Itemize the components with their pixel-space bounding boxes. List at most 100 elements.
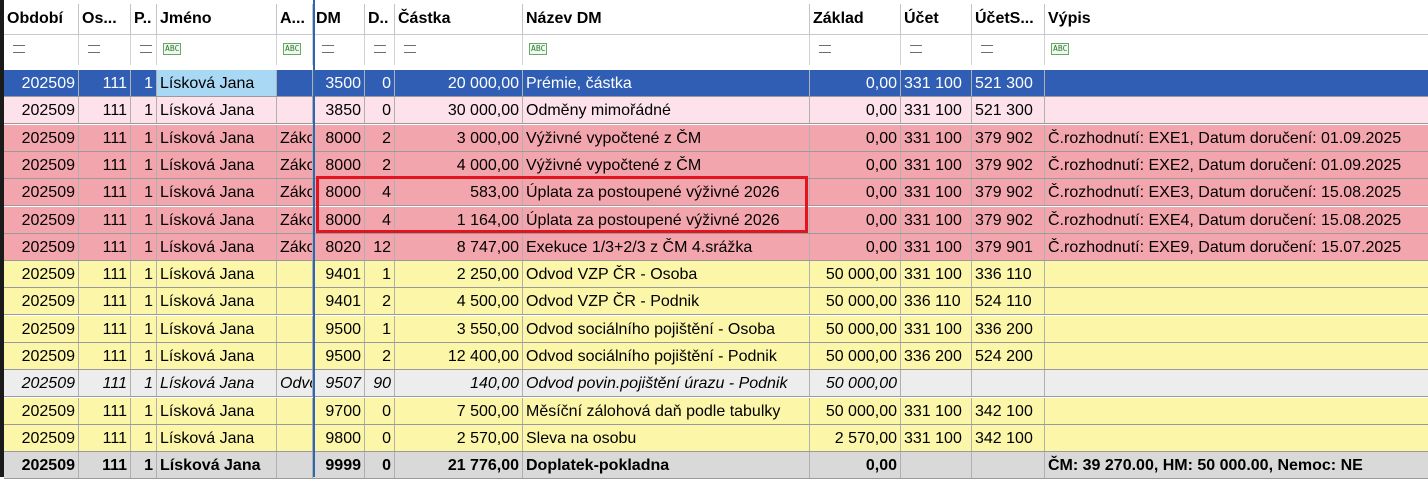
cell-ucets[interactable]	[972, 452, 1045, 479]
cell-dm[interactable]: 9500	[313, 315, 365, 342]
cell-ucets[interactable]: 336 200	[972, 315, 1045, 342]
cell-ucets[interactable]: 524 110	[972, 288, 1045, 315]
cell-zaklad[interactable]: 0,00	[810, 233, 901, 260]
cell-jmeno[interactable]: Lísková Jana	[157, 343, 277, 369]
cell-p[interactable]: 1	[131, 452, 157, 479]
cell-d[interactable]: 2	[365, 288, 395, 315]
cell-a[interactable]: Zákon	[277, 151, 313, 178]
cell-os[interactable]: 111	[79, 397, 131, 424]
table-row[interactable]: 2025091111Lísková JanaOdvod950790140,00O…	[4, 370, 1428, 398]
cell-castka[interactable]: 4 000,00	[395, 151, 523, 178]
cell-zaklad[interactable]: 0,00	[810, 179, 901, 206]
cell-ucet[interactable]: 331 100	[901, 397, 972, 424]
cell-d[interactable]: 2	[365, 151, 395, 178]
cell-zaklad[interactable]: 0,00	[810, 124, 901, 151]
filter-cell-castka[interactable]	[395, 35, 523, 65]
column-header-p[interactable]: P..	[131, 4, 157, 34]
cell-vypis[interactable]: Č.rozhodnutí: EXE9, Datum doručení: 15.0…	[1045, 234, 1428, 260]
cell-dm[interactable]: 3500	[313, 70, 365, 96]
cell-zaklad[interactable]: 50 000,00	[810, 343, 901, 369]
cell-os[interactable]: 111	[79, 233, 131, 260]
cell-castka[interactable]: 7 500,00	[395, 397, 523, 424]
cell-ucet[interactable]	[901, 370, 972, 397]
cell-dm[interactable]: 9401	[313, 288, 365, 315]
cell-dm[interactable]: 9500	[313, 343, 365, 369]
filter-cell-dm[interactable]	[313, 35, 365, 65]
data-grid[interactable]: Období Os... P.. Jméno A... DM D.. Částka Název …	[0, 0, 1428, 479]
cell-vypis[interactable]: Č.rozhodnutí: EXE4, Datum doručení: 15.0…	[1045, 207, 1428, 233]
cell-nazev[interactable]: Exekuce 1/3+2/3 z ČM 4.srážka	[523, 233, 810, 260]
cell-jmeno[interactable]: Lísková Jana	[157, 179, 277, 206]
cell-ucets[interactable]: 379 902	[972, 179, 1045, 206]
cell-os[interactable]: 111	[79, 424, 131, 451]
cell-a[interactable]: Odvod	[277, 370, 313, 397]
column-header-nazev[interactable]: Název DM	[523, 4, 810, 34]
cell-a[interactable]	[277, 70, 313, 96]
cell-os[interactable]: 111	[79, 206, 131, 233]
cell-p[interactable]: 1	[131, 397, 157, 424]
cell-ucet[interactable]: 331 100	[901, 70, 972, 96]
cell-ucets[interactable]: 379 902	[972, 206, 1045, 233]
cell-jmeno[interactable]: Lísková Jana	[157, 124, 277, 151]
cell-nazev[interactable]: Prémie, částka	[523, 70, 810, 96]
filter-cell-vypis[interactable]: ABC	[1045, 35, 1428, 65]
filter-cell-os[interactable]	[79, 35, 131, 65]
cell-d[interactable]: 0	[365, 97, 395, 124]
cell-nazev[interactable]: Odvod sociálního pojištění - Podnik	[523, 343, 810, 369]
cell-a[interactable]	[277, 343, 313, 369]
cell-os[interactable]: 111	[79, 97, 131, 124]
cell-dm[interactable]: 9999	[313, 452, 365, 479]
cell-obdobi[interactable]: 202509	[4, 179, 79, 206]
column-header-dm[interactable]: DM	[313, 4, 365, 34]
column-header-vypis[interactable]: Výpis	[1045, 4, 1428, 34]
cell-ucets[interactable]: 521 300	[972, 70, 1045, 96]
cell-ucet[interactable]: 331 100	[901, 206, 972, 233]
cell-a[interactable]	[277, 424, 313, 451]
cell-castka[interactable]: 3 550,00	[395, 315, 523, 342]
cell-ucet[interactable]	[901, 452, 972, 479]
cell-castka[interactable]: 2 570,00	[395, 424, 523, 451]
cell-vypis[interactable]	[1045, 288, 1428, 314]
table-row[interactable]: 202509 111 1 Lísková Jana 9401 1 2 250,00 Odvod…	[4, 261, 1428, 289]
column-header-obdobi[interactable]: Období	[4, 4, 79, 34]
table-row[interactable]: 202509 111 1 Lísková Jana 9500 1 3 550,00 Odvod…	[4, 315, 1428, 343]
cell-obdobi[interactable]: 202509	[4, 97, 79, 124]
cell-vypis[interactable]: Č.rozhodnutí: EXE2, Datum doručení: 01.0…	[1045, 152, 1428, 178]
column-header-d[interactable]: D..	[365, 4, 395, 34]
cell-zaklad[interactable]: 50 000,00	[810, 370, 901, 397]
cell-a[interactable]: Zákon	[277, 179, 313, 206]
cell-castka[interactable]: 140,00	[395, 370, 523, 397]
filter-cell-zaklad[interactable]	[810, 35, 901, 65]
cell-ucets[interactable]: 379 902	[972, 124, 1045, 151]
cell-jmeno[interactable]: Lísková Jana	[157, 288, 277, 315]
cell-castka[interactable]: 30 000,00	[395, 97, 523, 124]
cell-p[interactable]: 1	[131, 343, 157, 369]
filter-cell-ucet[interactable]	[901, 35, 972, 65]
column-header-ucet[interactable]: Účet	[901, 4, 972, 34]
cell-castka[interactable]: 8 747,00	[395, 233, 523, 260]
cell-p[interactable]: 1	[131, 261, 157, 288]
cell-dm[interactable]: 8000	[313, 124, 365, 151]
cell-os[interactable]: 111	[79, 343, 131, 369]
cell-obdobi[interactable]: 202509	[4, 70, 79, 96]
filter-cell-ucets[interactable]	[972, 35, 1045, 65]
table-row[interactable]: 202509 111 1 Lísková Jana 3500 0 20 000,00 Prém…	[4, 70, 1428, 97]
cell-jmeno[interactable]: Lísková Jana	[157, 370, 277, 397]
cell-a[interactable]	[277, 452, 313, 479]
cell-ucet[interactable]: 331 100	[901, 97, 972, 124]
column-header-castka[interactable]: Částka	[395, 4, 523, 34]
filter-cell-d[interactable]	[365, 35, 395, 65]
table-row[interactable]: 2025091111Lísková JanaZákon8020128 747,0…	[4, 233, 1428, 261]
cell-p[interactable]: 1	[131, 288, 157, 315]
cell-a[interactable]	[277, 261, 313, 288]
cell-obdobi[interactable]: 202509	[4, 397, 79, 424]
cell-vypis[interactable]: Č.rozhodnutí: EXE1, Datum doručení: 01.0…	[1045, 125, 1428, 151]
cell-vypis[interactable]	[1045, 398, 1428, 424]
cell-vypis[interactable]	[1045, 70, 1428, 96]
cell-vypis[interactable]: ČM: 39 270.00, HM: 50 000.00, Nemoc: NE	[1045, 452, 1428, 478]
cell-jmeno[interactable]: Lísková Jana	[157, 397, 277, 424]
cell-ucet[interactable]: 331 100	[901, 179, 972, 206]
cell-vypis[interactable]	[1045, 425, 1428, 451]
filter-cell-obdobi[interactable]	[4, 35, 79, 65]
cell-a[interactable]: Zákon	[277, 233, 313, 260]
